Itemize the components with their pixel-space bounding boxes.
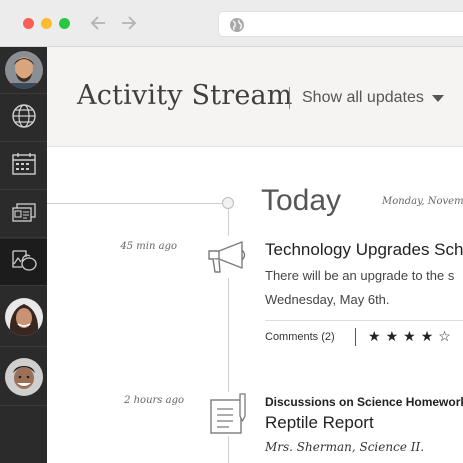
sidebar-item-art[interactable] [0,239,47,286]
star-filled-icon[interactable]: ★ [421,328,439,344]
sidebar-item-user-3[interactable] [0,348,47,406]
arrow-right-icon[interactable] [118,12,138,34]
art-icon [10,247,38,278]
arrow-left-icon[interactable] [89,12,109,34]
window-maximize-button[interactable] [59,18,70,29]
id-card-icon [11,199,37,230]
browser-chrome [0,0,463,47]
page-header: Activity Stream Show all updates [47,47,463,147]
day-date: Monday, Novemb [382,196,463,207]
star-filled-icon[interactable]: ★ [403,328,421,344]
caret-down-icon [431,94,444,102]
timeline-day-rule [47,203,223,204]
page-title: Activity Stream [77,80,293,111]
filter-label: Show all updates [302,89,424,106]
activity-kicker: Discussions on Science Homework [265,395,463,409]
comments-link[interactable]: Comments (2) [265,331,335,343]
activity-title[interactable]: Reptile Report [265,413,374,433]
sidebar-item-globe[interactable] [0,95,47,142]
sidebar-item-cards[interactable] [0,191,47,238]
comments-divider [355,328,356,346]
avatar [4,297,43,336]
avatar [4,51,43,89]
star-filled-icon[interactable]: ★ [386,328,404,344]
star-rating[interactable]: ★★★★☆ [368,328,456,345]
activity-separator [265,320,463,321]
address-bar[interactable] [218,11,463,37]
window-close-button[interactable] [23,18,34,29]
globe-icon [11,103,37,134]
day-heading: Today [261,184,342,217]
window-minimize-button[interactable] [41,18,52,29]
megaphone-icon [206,236,250,278]
sidebar-item-profile[interactable] [0,47,47,94]
activity-body-line: Wednesday, May 6th. [265,292,390,307]
globe-icon [229,17,245,33]
sidebar-item-calendar[interactable] [0,143,47,190]
activity-author: Mrs. Sherman, Science II. [265,440,425,454]
header-divider [289,87,290,109]
activity-body-line: There will be an upgrade to the s [265,268,455,283]
sidebar-item-user-2[interactable] [0,287,47,347]
document-icon [207,392,249,436]
avatar [4,357,43,396]
star-empty-icon[interactable]: ☆ [438,328,456,344]
time-ago: 2 hours ago [124,395,184,406]
time-ago: 45 min ago [120,241,177,252]
star-filled-icon[interactable]: ★ [368,328,386,344]
calendar-icon [11,151,37,182]
timeline-day-node [222,197,234,209]
sidebar [0,47,47,463]
filter-dropdown[interactable]: Show all updates [302,89,444,107]
activity-title[interactable]: Technology Upgrades Sche [265,240,463,260]
